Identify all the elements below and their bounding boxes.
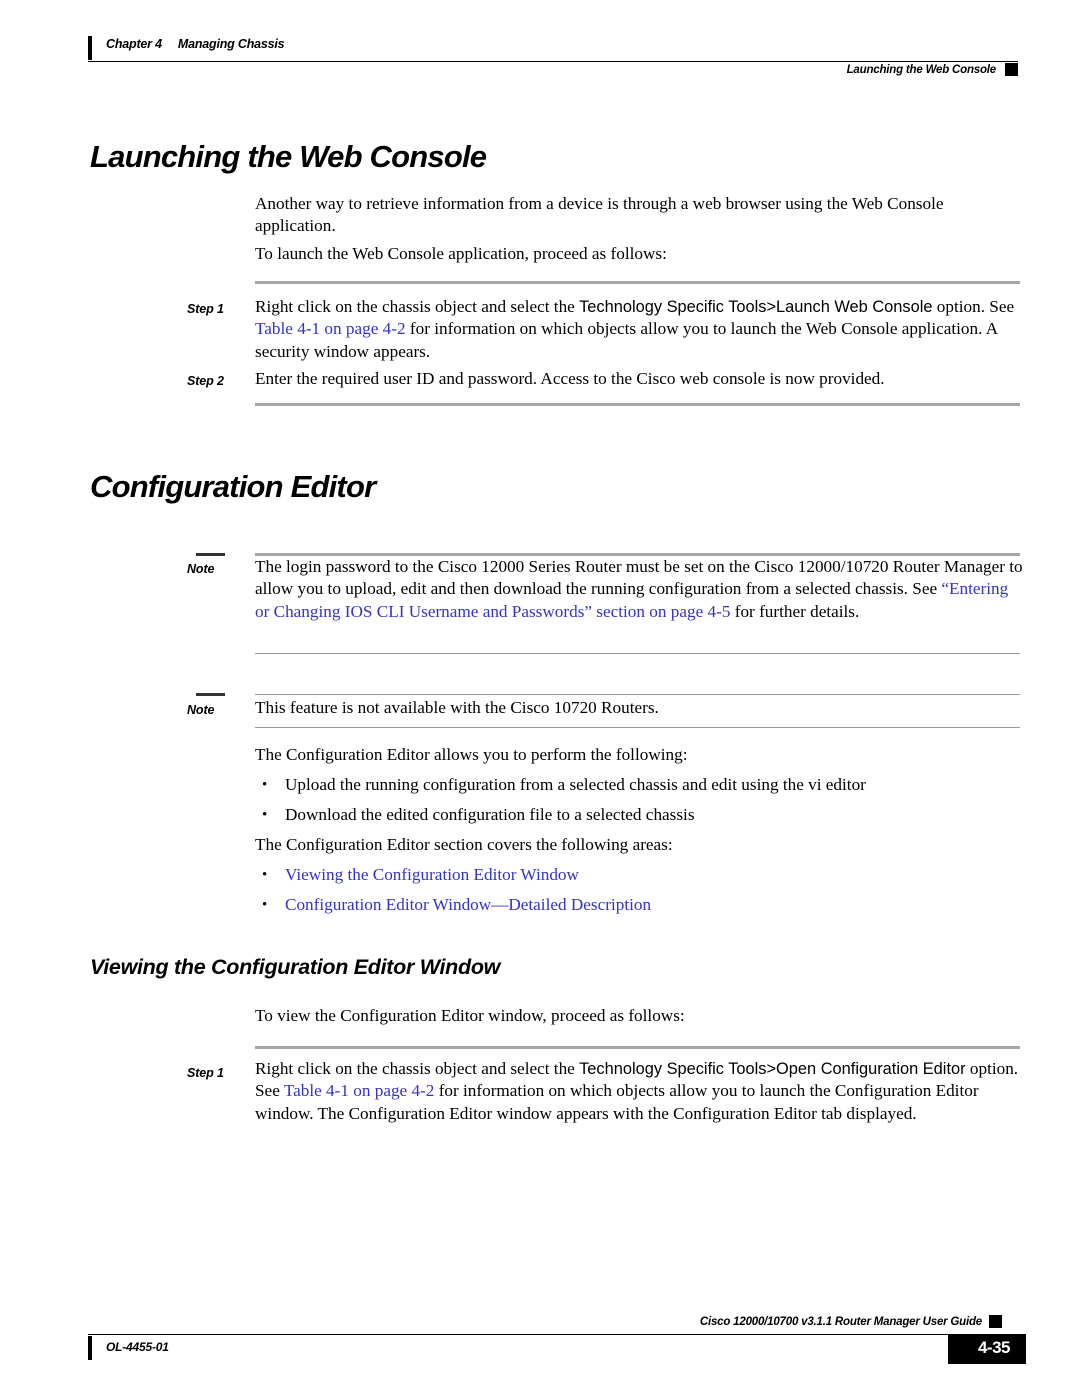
footer-accent-bar (88, 1336, 92, 1360)
page-header: Chapter 4 Managing Chassis Launching the … (88, 34, 1018, 80)
note-label-2: Note (187, 703, 215, 717)
bullet-icon: • (262, 867, 268, 883)
running-head: Launching the Web Console (846, 64, 997, 76)
step1-menu-path: Technology Specific Tools>Launch Web Con… (579, 298, 933, 316)
footer-page-number: 4-35 (977, 1338, 1011, 1357)
header-accent-bar (88, 36, 92, 60)
step1-text-a: Right click on the chassis object and se… (255, 297, 580, 316)
breadcrumb-chapter-number: Chapter 4 (106, 37, 162, 51)
note-label-1: Note (187, 562, 215, 576)
viewing-step1-text-a: Right click on the chassis object and se… (255, 1059, 580, 1078)
breadcrumb: Chapter 4 Managing Chassis (106, 37, 285, 51)
bullet-icon: • (262, 777, 268, 793)
step-label-2: Step 2 (187, 374, 224, 388)
paragraph-viewing-leadin: To view the Configuration Editor window,… (255, 1006, 685, 1025)
section-heading-launching-web-console: Launching the Web Console (90, 139, 487, 174)
list-item: • Download the edited configuration file … (262, 804, 1022, 826)
note-text-2: This feature is not available with the C… (255, 698, 659, 717)
section-heading-configuration-editor: Configuration Editor (90, 469, 376, 504)
viewing-step1-table-link[interactable]: Table 4-1 on page 4-2 (284, 1081, 435, 1100)
note-2-top-rule (255, 694, 1020, 695)
note-text-1: The login password to the Cisco 12000 Se… (255, 556, 1023, 623)
step-text-1: Right click on the chassis object and se… (255, 296, 1023, 363)
footer-divider (88, 1334, 1018, 1335)
list-item: • Configuration Editor Window—Detailed De… (262, 894, 1022, 916)
link-viewing-configuration-editor-window[interactable]: Viewing the Configuration Editor Window (285, 864, 1005, 886)
viewing-step-block-top-rule (255, 1046, 1020, 1049)
bullet-icon: • (262, 807, 268, 823)
note1-text-a: The login password to the Cisco 12000 Se… (255, 557, 1023, 599)
list-item: • Upload the running configuration from a… (262, 774, 1022, 796)
step-text-2: Enter the required user ID and password.… (255, 369, 885, 388)
step-label-1: Step 1 (187, 302, 224, 316)
document-page: Chapter 4 Managing Chassis Launching the … (0, 0, 1080, 1397)
footer-document-number: OL-4455-01 (106, 1340, 169, 1354)
link-configuration-editor-window-detailed-description[interactable]: Configuration Editor Window—Detailed Des… (285, 894, 1005, 916)
page-footer: Cisco 12000/10700 v3.1.1 Router Manager … (88, 1315, 1026, 1376)
paragraph-launching-intro: Another way to retrieve information from… (255, 194, 944, 236)
note1-text-b: for further details. (730, 601, 860, 621)
header-marker-square (1005, 63, 1018, 76)
bullet-icon: • (262, 897, 268, 913)
paragraph-covers-leadin: The Configuration Editor section covers … (255, 835, 673, 854)
list-item-text: Upload the running configuration from a … (285, 775, 866, 794)
paragraph-launching-leadin: To launch the Web Console application, p… (255, 244, 667, 263)
step-block-top-rule (255, 281, 1020, 284)
list-item-text: Download the edited configuration file t… (285, 805, 695, 824)
breadcrumb-chapter-title: Managing Chassis (177, 37, 285, 51)
note-1-tick-rule (196, 553, 225, 556)
list-item: • Viewing the Configuration Editor Window (262, 864, 1022, 886)
header-divider (88, 61, 1018, 62)
subsection-heading-viewing-configuration-editor-window: Viewing the Configuration Editor Window (90, 955, 501, 979)
note-2-tick-rule (196, 693, 225, 696)
note-1-bottom-rule (255, 653, 1020, 654)
step-block-bottom-rule (255, 403, 1020, 406)
step1-text-b: option. See (932, 297, 1015, 316)
viewing-step1-menu-path: Technology Specific Tools>Open Configura… (579, 1060, 966, 1078)
footer-marker-square (989, 1315, 1002, 1328)
paragraph-allows-leadin: The Configuration Editor allows you to p… (255, 745, 688, 764)
footer-guide-title: Cisco 12000/10700 v3.1.1 Router Manager … (699, 1316, 982, 1328)
step-label-viewing-1: Step 1 (187, 1066, 224, 1080)
step-text-viewing-1: Right click on the chassis object and se… (255, 1058, 1023, 1125)
step1-table-link[interactable]: Table 4-1 on page 4-2 (255, 319, 406, 338)
note-2-bottom-rule (255, 727, 1020, 728)
